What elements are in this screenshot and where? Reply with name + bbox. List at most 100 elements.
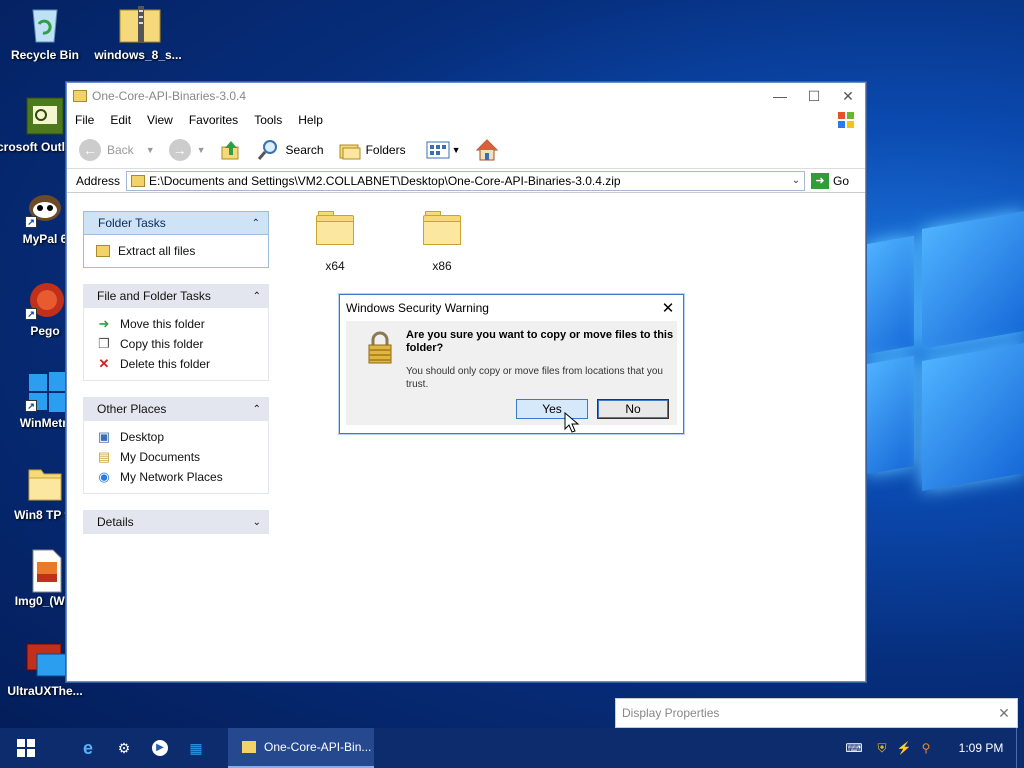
forward-arrow-icon: → [168, 138, 191, 161]
address-input[interactable]: E:\Documents and Settings\VM2.COLLABNET\… [145, 174, 788, 188]
views-icon [426, 141, 450, 158]
taskbar-item-explorer[interactable]: One-Core-API-Bin... [228, 728, 374, 768]
folders-icon [339, 144, 361, 159]
network-icon: ◉ [98, 469, 110, 484]
security-warning-dialog: Windows Security Warning ✕ Are you sure … [339, 294, 684, 434]
panel-header[interactable]: Details ⌄ [83, 510, 269, 534]
zip-folder-icon [131, 174, 146, 187]
close-button[interactable]: ✕ [831, 88, 865, 105]
dialog-close-button[interactable]: ✕ [653, 299, 683, 317]
collapse-chevron-icon[interactable]: ⌃ [252, 218, 260, 229]
home-button[interactable] [475, 138, 499, 162]
go-button[interactable]: ➜ Go [810, 172, 849, 189]
clock[interactable]: 1:09 PM [946, 741, 1016, 755]
internet-explorer-icon[interactable]: e [70, 728, 106, 768]
window-titlebar[interactable]: One-Core-API-Binaries-3.0.4 — ☐ ✕ [67, 83, 865, 109]
shortcut-arrow-icon: ↗ [25, 400, 37, 412]
folder-icon [423, 211, 461, 245]
folder-icon [25, 464, 65, 504]
display-properties-window[interactable]: Display Properties ✕ [615, 698, 1018, 728]
security-shield-icon[interactable]: ⛨ [872, 741, 892, 756]
zip-folder-icon [73, 90, 87, 102]
my-documents-icon: ▤ [97, 449, 111, 464]
expand-chevron-icon[interactable]: ⌄ [253, 517, 261, 528]
folder-up-icon [221, 140, 239, 159]
panel-header[interactable]: Other Places ⌃ [83, 397, 269, 421]
keyboard-icon[interactable]: ⌨ [844, 741, 864, 755]
metro-tiles-icon[interactable]: ▦ [178, 728, 214, 768]
chevron-down-icon[interactable]: ⌄ [788, 175, 804, 186]
explorer-quicklaunch-icon[interactable]: ⚙ [106, 728, 142, 768]
chevron-down-icon: ▼ [451, 144, 461, 155]
chevron-down-icon[interactable]: ▼ [197, 145, 206, 155]
panel-header[interactable]: File and Folder Tasks ⌃ [83, 284, 269, 308]
views-button[interactable]: ▼ [426, 140, 461, 160]
menu-bar: File Edit View Favorites Tools Help [67, 109, 865, 131]
chevron-down-icon[interactable]: ▼ [146, 145, 155, 155]
panel-header[interactable]: Folder Tasks ⌃ [83, 211, 269, 235]
start-button[interactable] [0, 728, 52, 768]
menu-favorites[interactable]: Favorites [189, 113, 238, 127]
address-field[interactable]: E:\Documents and Settings\VM2.COLLABNET\… [126, 170, 805, 191]
menu-help[interactable]: Help [298, 113, 323, 127]
image-file-icon [25, 548, 65, 593]
place-my-documents[interactable]: ▤ My Documents [96, 447, 268, 467]
task-extract-all[interactable]: Extract all files [96, 241, 268, 261]
collapse-chevron-icon[interactable]: ⌃ [253, 291, 261, 302]
dialog-titlebar[interactable]: Windows Security Warning ✕ [340, 295, 683, 321]
desktop-icon: ▣ [97, 429, 111, 444]
outlook-icon [25, 96, 65, 136]
panel-body: ▣ Desktop ▤ My Documents ◉ My Network Pl… [83, 421, 269, 494]
desktop-icon-windows-8-zip[interactable]: windows_8_s... [93, 4, 183, 62]
folders-button[interactable]: Folders [338, 139, 406, 161]
up-button[interactable] [220, 139, 242, 161]
address-label: Address [76, 173, 121, 188]
menu-edit[interactable]: Edit [110, 113, 131, 127]
taskbar: e ⚙ ▶ ▦ One-Core-API-Bin... ⌨ ⛨ ⚡ ⚲ 1:09… [0, 728, 1024, 768]
recycle-bin-icon [25, 4, 65, 44]
shortcut-arrow-icon: ↗ [25, 216, 37, 228]
search-tray-icon[interactable]: ⚲ [916, 741, 936, 755]
maximize-button[interactable]: ☐ [797, 88, 831, 105]
task-delete-folder[interactable]: ✕ Delete this folder [96, 354, 268, 374]
menu-view[interactable]: View [147, 113, 173, 127]
dialog-question: Are you sure you want to copy or move fi… [406, 329, 674, 354]
no-button[interactable]: No [597, 399, 669, 419]
folder-x86[interactable]: x86 [412, 211, 472, 273]
back-button[interactable]: ← Back ▼ [79, 138, 155, 161]
mypal-icon: ↗ [25, 188, 65, 228]
task-move-folder[interactable]: ➜ Move this folder [96, 314, 268, 334]
place-desktop[interactable]: ▣ Desktop [96, 427, 268, 447]
menu-file[interactable]: File [75, 113, 94, 127]
menu-tools[interactable]: Tools [254, 113, 282, 127]
zip-folder-icon [118, 4, 161, 44]
place-my-network-places[interactable]: ◉ My Network Places [96, 467, 268, 487]
close-icon[interactable]: ✕ [991, 705, 1017, 722]
windows-flag-icon [838, 112, 854, 128]
toolbar: ← Back ▼ → ▼ Search Folders ▼ [67, 131, 865, 169]
panel-body: Extract all files [83, 235, 269, 268]
back-arrow-icon: ← [79, 138, 101, 161]
system-tray: ⌨ ⛨ ⚡ ⚲ 1:09 PM [844, 728, 1024, 768]
network-tray-icon[interactable]: ⚡ [894, 741, 914, 755]
home-icon [475, 138, 498, 160]
minimize-button[interactable]: — [763, 88, 797, 104]
show-desktop-button[interactable] [1016, 728, 1024, 768]
wallpaper-windows-logo [866, 180, 1024, 700]
media-player-icon[interactable]: ▶ [142, 728, 178, 768]
address-bar: Address E:\Documents and Settings\VM2.CO… [67, 169, 865, 193]
zip-folder-icon [242, 741, 256, 753]
desktop-icon-recycle-bin[interactable]: Recycle Bin [0, 4, 90, 62]
task-copy-folder[interactable]: ❐ Copy this folder [96, 334, 268, 354]
mouse-cursor-icon [564, 412, 580, 433]
dialog-title: Windows Security Warning [346, 301, 489, 315]
panel-other-places: Other Places ⌃ ▣ Desktop ▤ My Documents … [83, 397, 269, 494]
folder-x64[interactable]: x64 [305, 211, 365, 273]
winmetro-icon: ↗ [25, 372, 69, 412]
collapse-chevron-icon[interactable]: ⌃ [253, 404, 261, 415]
forward-button[interactable]: → ▼ [168, 138, 206, 161]
shortcut-arrow-icon: ↗ [25, 308, 37, 320]
ultrauxtheme-icon [25, 640, 68, 680]
move-icon: ➜ [98, 316, 110, 331]
search-button[interactable]: Search [256, 138, 324, 162]
